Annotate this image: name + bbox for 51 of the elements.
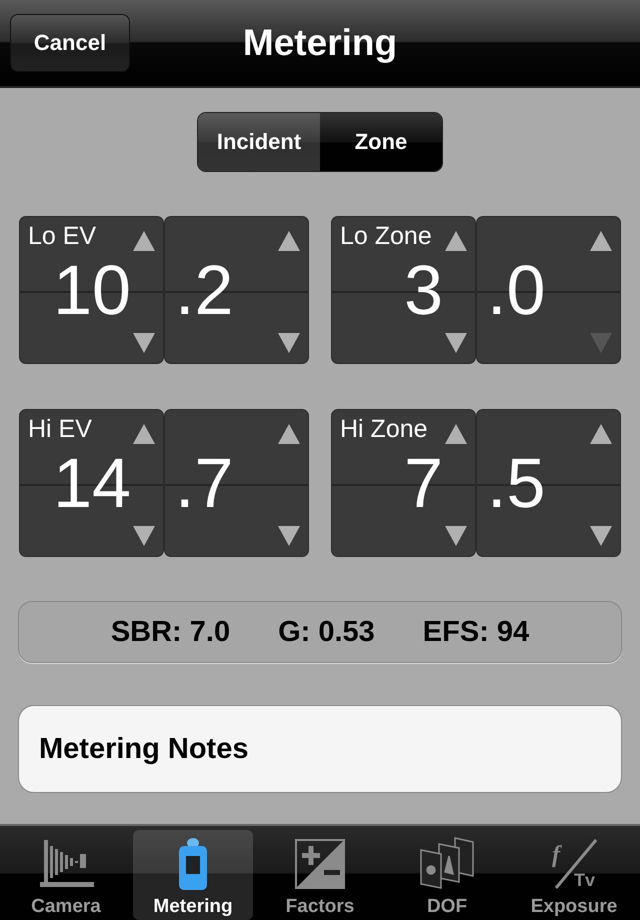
picker-value: 14	[53, 443, 131, 523]
picker-value: .7	[175, 443, 234, 523]
picker-value: .5	[487, 443, 546, 523]
picker-wheel[interactable]: .5	[476, 409, 621, 557]
notes-button[interactable]: Metering Notes	[18, 705, 622, 793]
plus-minus-icon	[292, 836, 348, 892]
up-arrow-icon[interactable]	[590, 231, 612, 251]
down-arrow-icon[interactable]	[278, 526, 300, 546]
up-arrow-icon[interactable]	[278, 424, 300, 444]
picker-wheel[interactable]: Lo Zone 3	[331, 216, 476, 364]
tab-item[interactable]: Metering	[133, 830, 253, 920]
cancel-button[interactable]: Cancel	[10, 14, 130, 72]
down-arrow-icon[interactable]	[445, 526, 467, 546]
picker-label: Hi Zone	[340, 415, 428, 444]
up-arrow-icon[interactable]	[445, 424, 467, 444]
picker-wheel[interactable]: Lo EV 10	[19, 216, 164, 364]
reading-text: G: 0.53	[278, 616, 375, 648]
picker-wheel[interactable]: .7	[164, 409, 309, 557]
up-arrow-icon[interactable]	[445, 231, 467, 251]
up-arrow-icon[interactable]	[133, 424, 155, 444]
picker-value: .2	[175, 250, 234, 330]
segment-tab[interactable]: Zone	[320, 113, 442, 171]
picker-label: Lo EV	[28, 222, 96, 251]
picker-wheel[interactable]: Hi EV 14	[19, 409, 164, 557]
reading-text: SBR: 7.0	[110, 616, 230, 648]
picker-value: 7	[404, 443, 443, 523]
picker-wheel[interactable]: .2	[164, 216, 309, 364]
down-arrow-icon[interactable]	[133, 333, 155, 353]
down-arrow-icon[interactable]	[133, 526, 155, 546]
tab-item[interactable]: Factors	[260, 830, 380, 920]
up-arrow-icon[interactable]	[590, 424, 612, 444]
picker-value: 3	[404, 250, 443, 330]
picker-value: 10	[53, 250, 131, 330]
down-arrow-icon[interactable]	[278, 333, 300, 353]
picker-label: Hi EV	[28, 415, 92, 444]
reading-text: EFS: 94	[422, 616, 530, 648]
screen-title: Metering	[242, 22, 398, 63]
up-arrow-icon[interactable]	[133, 231, 155, 251]
tab-item[interactable]: DOF	[387, 830, 507, 920]
tab-item[interactable]: f Tv Exposure	[514, 830, 634, 920]
picker-wheel[interactable]: .0	[476, 216, 621, 364]
notes-label: Metering Notes	[39, 732, 248, 766]
segment-tab[interactable]: Incident	[198, 113, 320, 171]
stacked-photos-icon	[419, 836, 475, 892]
picker-value: .0	[487, 250, 546, 330]
down-arrow-icon[interactable]	[445, 333, 467, 353]
down-arrow-icon[interactable]	[590, 526, 612, 546]
tab-item[interactable]: Camera	[6, 830, 126, 920]
picker-label: Lo Zone	[340, 222, 432, 251]
up-arrow-icon[interactable]	[278, 231, 300, 251]
picker-wheel[interactable]: Hi Zone 7	[331, 409, 476, 557]
